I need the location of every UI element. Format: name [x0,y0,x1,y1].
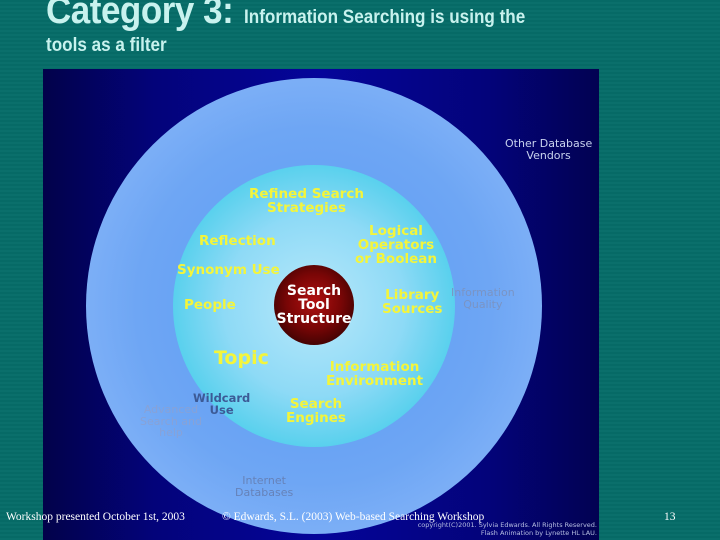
label-people: People [184,297,236,313]
label-refined-search-strategies: Refined Search Strategies [249,186,364,217]
title-subtitle-line2: tools as a filter [46,35,167,56]
label-line: Internet [242,474,286,487]
label-line: Sources [382,301,443,318]
footer-copyright: © Edwards, S.L. (2003) Web-based Searchi… [222,511,485,523]
title-category: Category 3: [46,0,234,32]
slide-number: 13 [664,511,676,523]
label-line: help [159,426,183,440]
label-line: Other Database [505,137,593,150]
label-line: Refined Search [249,186,364,202]
label-advanced-search-help: Advanced Search and help [140,404,202,439]
diagram-panel: Other Database Vendors Search Tool Struc… [43,69,599,540]
label-line: Databases [235,485,294,499]
label-line: Environment [326,373,424,390]
label-line: Structure [276,311,352,327]
label-information-environment: Information Environment [326,359,424,390]
label-other-database-vendors: Other Database Vendors [505,138,592,161]
label-line: Information [329,359,420,375]
credit-line: Flash Animation by Lynette HL LAU. [480,529,597,538]
label-internet-databases: Internet Databases [235,475,293,498]
label-line: Advanced [143,403,199,416]
label-line: or Boolean [355,251,437,268]
label-library-sources: Library Sources [382,287,443,318]
label-synonym-use: Synonym Use [177,262,280,278]
label-line: Information [451,286,515,299]
label-reflection: Reflection [199,233,276,249]
label-topic: Topic [214,347,269,369]
label-search-engines: Search Engines [286,396,346,427]
slide-title: Category 3: Information Searching is usi… [46,0,557,33]
diagram-credits: copyright(C)2001. Sylvia Edwards. All Ri… [418,521,597,537]
label-line: Search [286,283,342,299]
label-logical-operators: Logical Operators or Boolean [355,224,437,267]
label-information-quality: Information Quality [451,287,515,310]
label-line: Quality [463,297,503,311]
footer-date: Workshop presented October 1st, 2003 [6,511,185,523]
label-line: Strategies [266,200,346,217]
label-search-tool-structure: Search Tool Structure [274,284,354,326]
label-line: Logical [369,223,423,239]
title-subtitle: Information Searching is using the [244,7,526,28]
label-line: Engines [286,410,346,427]
label-line: Library [385,287,440,303]
label-line: Tool [298,297,330,313]
label-line: Operators [357,237,435,254]
label-line: Vendors [526,148,571,162]
label-line: Search [289,396,343,412]
